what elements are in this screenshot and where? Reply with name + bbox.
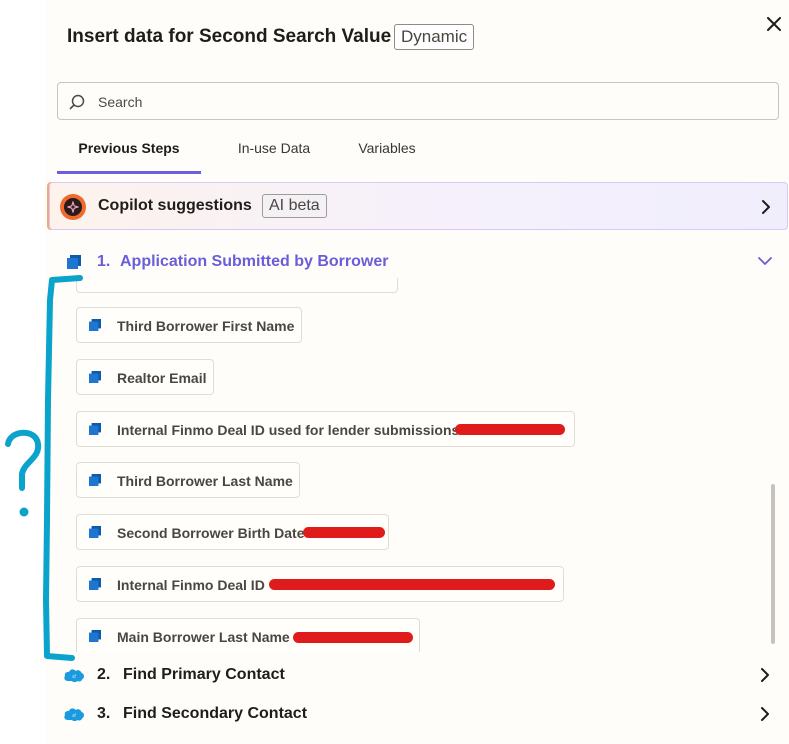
copilot-title: Copilot suggestions [98,197,252,214]
tab-bar: Previous Steps In-use Data Variables [57,132,779,174]
item-label: Third Borrower First Name [117,318,295,334]
redaction-mark [269,579,555,590]
app-square-icon [89,630,101,642]
close-icon [767,17,781,31]
app-square-icon [89,319,101,331]
dynamic-badge: Dynamic [394,24,475,50]
panel-title: Insert data for Second Search Value [67,26,392,47]
ai-beta-badge: AI beta [262,194,327,218]
app-square-icon [89,578,101,590]
app-square-icon [89,371,101,383]
tab-variables[interactable]: Variables [339,132,435,174]
step-3-title: Find Secondary Contact [123,705,308,722]
list-item[interactable]: Second Borrower Birth Date [76,514,389,550]
list-item[interactable]: Realtor Email [76,359,214,395]
item-label: Third Borrower Last Name [117,473,293,489]
step-3-header[interactable]: sf 3. Find Secondary Contact [57,701,779,727]
step-2-number: 2. [97,666,111,683]
app-square-icon [89,474,101,486]
redaction-mark [455,424,565,435]
chevron-right-icon [761,668,769,682]
item-label: Main Borrower Last Name [117,629,290,645]
redaction-mark [293,632,413,643]
tab-in-use-data[interactable]: In-use Data [219,132,329,174]
step-3-number: 3. [97,705,111,722]
copilot-suggestions-row[interactable]: Copilot suggestions AI beta [49,182,788,230]
tab-previous-steps[interactable]: Previous Steps [57,132,201,174]
svg-text:sf: sf [72,674,76,679]
app-square-icon [67,255,81,269]
step-2-header[interactable]: sf 2. Find Primary Contact [57,662,779,688]
list-item[interactable]: Main Borrower Last Name [76,618,420,652]
list-item[interactable]: Third Borrower First Name [76,307,302,343]
item-label: Internal Finmo Deal ID used for lender s… [117,422,460,438]
step-1-header[interactable]: 1. Application Submitted by Borrower [57,249,779,275]
salesforce-icon: sf [64,669,85,683]
scrollbar-thumb[interactable] [771,484,775,644]
app-square-icon [89,423,101,435]
search-icon [69,94,85,110]
list-item-partial [76,278,398,293]
search-box [57,82,779,120]
search-input[interactable] [96,89,760,115]
step-2-title: Find Primary Contact [123,666,285,683]
salesforce-icon: sf [64,708,85,722]
close-button[interactable] [762,12,786,36]
step-1-title: Application Submitted by Borrower [120,253,389,270]
item-label: Internal Finmo Deal ID [117,577,265,593]
list-item[interactable]: Internal Finmo Deal ID used for lender s… [76,411,575,447]
copilot-icon [60,194,86,220]
redaction-mark [303,527,385,538]
step-1-number: 1. [97,253,111,270]
list-item[interactable]: Third Borrower Last Name [76,462,300,498]
chevron-right-icon [761,707,769,721]
item-label: Second Borrower Birth Date [117,525,305,541]
app-square-icon [89,526,101,538]
svg-text:sf: sf [72,713,76,718]
list-item[interactable]: Internal Finmo Deal ID [76,566,564,602]
insert-data-panel: Insert data for Second Search Value Dyna… [45,0,789,744]
chevron-right-icon [762,200,770,214]
item-label: Realtor Email [117,370,207,386]
chevron-down-icon [758,257,772,265]
